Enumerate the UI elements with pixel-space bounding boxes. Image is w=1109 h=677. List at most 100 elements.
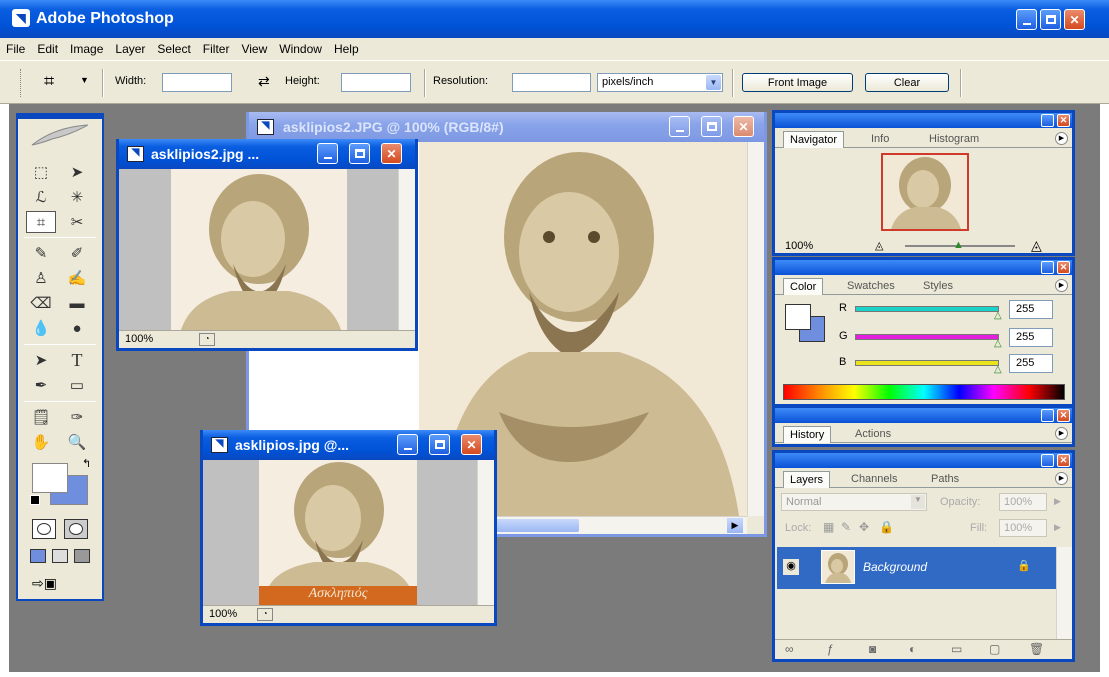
foreground-color-swatch[interactable] xyxy=(785,304,811,330)
menu-filter[interactable]: Filter xyxy=(203,42,230,56)
minimize-button[interactable] xyxy=(1016,9,1037,30)
eye-visibility-icon[interactable]: ◉ xyxy=(783,559,799,575)
jump-to-imageready-icon[interactable]: ⇨▣ xyxy=(32,575,84,595)
clone-stamp-icon[interactable]: ♙ xyxy=(26,267,56,289)
close-button[interactable]: ✕ xyxy=(733,116,754,137)
move-tool-icon[interactable]: ➤ xyxy=(62,161,92,183)
zoom-tool-icon[interactable]: 🔍 xyxy=(62,431,92,453)
minimize-button[interactable] xyxy=(397,434,418,455)
opacity-arrow-icon[interactable]: ▶ xyxy=(1054,496,1061,507)
color-spectrum-bar[interactable] xyxy=(783,384,1065,400)
red-slider[interactable] xyxy=(855,306,999,312)
eraser-tool-icon[interactable]: ⌫ xyxy=(26,292,56,314)
maximize-button[interactable] xyxy=(701,116,722,137)
minimize-button[interactable] xyxy=(317,143,338,164)
marquee-tool-icon[interactable]: ⬚ xyxy=(26,161,56,183)
layer-mask-icon[interactable]: ◙ xyxy=(869,642,876,656)
tab-actions[interactable]: Actions xyxy=(849,426,897,443)
scroll-right-icon[interactable]: ▶ xyxy=(727,518,743,533)
slice-tool-icon[interactable]: ✂ xyxy=(62,211,92,233)
tool-preset-arrow-icon[interactable]: ▼ xyxy=(80,75,89,85)
menu-image[interactable]: Image xyxy=(70,42,103,56)
vertical-scrollbar[interactable] xyxy=(747,142,764,516)
palette-titlebar[interactable]: ✕ xyxy=(775,408,1072,423)
close-button[interactable]: ✕ xyxy=(1057,261,1070,274)
menu-help[interactable]: Help xyxy=(334,42,359,56)
palette-menu-icon[interactable]: ▶ xyxy=(1055,427,1068,440)
tab-paths[interactable]: Paths xyxy=(925,471,965,488)
crop-tool-icon[interactable]: ⌗ xyxy=(44,71,54,92)
layer-row-background[interactable]: ◉ Background 🔒 xyxy=(777,547,1056,589)
minimize-button[interactable] xyxy=(669,116,690,137)
eyedropper-tool-icon[interactable]: ✑ xyxy=(62,406,92,428)
palette-menu-icon[interactable]: ▶ xyxy=(1055,279,1068,292)
vertical-scrollbar[interactable] xyxy=(398,169,415,330)
close-button[interactable]: ✕ xyxy=(1057,409,1070,422)
swap-icon[interactable]: ⇄ xyxy=(258,73,270,90)
tab-histogram[interactable]: Histogram xyxy=(923,131,985,148)
opacity-field[interactable]: 100% xyxy=(999,493,1047,511)
lock-image-icon[interactable]: ✎ xyxy=(841,520,851,534)
tab-layers[interactable]: Layers xyxy=(783,471,831,488)
crop-tool-icon[interactable]: ⌗ xyxy=(26,211,56,233)
layer-style-icon[interactable]: ƒ xyxy=(827,642,834,656)
tab-color[interactable]: Color xyxy=(783,278,824,295)
blue-slider[interactable] xyxy=(855,360,999,366)
dodge-tool-icon[interactable]: ● xyxy=(62,317,92,339)
width-field[interactable] xyxy=(162,73,232,92)
link-layers-icon[interactable]: ∞ xyxy=(785,642,794,656)
brush-tool-icon[interactable]: ✐ xyxy=(62,242,92,264)
navigator-zoom-value[interactable]: 100% xyxy=(785,240,813,252)
tab-swatches[interactable]: Swatches xyxy=(841,278,901,295)
green-value[interactable]: 255 xyxy=(1009,328,1053,347)
resolution-field[interactable] xyxy=(512,73,591,92)
path-select-icon[interactable]: ➤ xyxy=(26,349,56,371)
minimize-button[interactable] xyxy=(1041,261,1054,274)
default-colors-icon[interactable] xyxy=(30,495,40,505)
shape-tool-icon[interactable]: ▭ xyxy=(62,374,92,396)
maximize-button[interactable] xyxy=(1040,9,1061,30)
status-menu-icon[interactable]: ◔ xyxy=(257,608,273,621)
document-titlebar[interactable]: ◥ asklipios.jpg @... ✕ xyxy=(203,430,494,460)
minimize-button[interactable] xyxy=(1041,409,1054,422)
zoom-slider-handle[interactable]: ▲ xyxy=(953,239,964,251)
adjustment-layer-icon[interactable]: ◐ xyxy=(909,642,916,656)
zoom-out-icon[interactable]: ◬ xyxy=(875,239,883,252)
options-grip[interactable] xyxy=(20,69,23,97)
tab-channels[interactable]: Channels xyxy=(845,471,903,488)
tab-info[interactable]: Info xyxy=(865,131,895,148)
vertical-scrollbar[interactable] xyxy=(477,460,494,605)
maximize-button[interactable] xyxy=(429,434,450,455)
document-titlebar[interactable]: ◥ asklipios2.jpg ... ✕ xyxy=(119,139,415,169)
tab-history[interactable]: History xyxy=(783,426,832,443)
zoom-in-icon[interactable]: ◬ xyxy=(1031,237,1042,254)
minimize-button[interactable] xyxy=(1041,454,1054,467)
resolution-units-select[interactable]: pixels/inch ▼ xyxy=(597,73,723,92)
screen-mode-standard-icon[interactable] xyxy=(30,549,46,563)
palette-titlebar[interactable]: ✕ xyxy=(775,113,1072,128)
clear-button[interactable]: Clear xyxy=(865,73,949,92)
green-slider[interactable] xyxy=(855,334,999,340)
front-image-button[interactable]: Front Image xyxy=(742,73,853,92)
magic-wand-tool-icon[interactable]: ✳ xyxy=(62,186,92,208)
screen-mode-full-icon[interactable] xyxy=(74,549,90,563)
minimize-button[interactable] xyxy=(1041,114,1054,127)
palette-menu-icon[interactable]: ▶ xyxy=(1055,132,1068,145)
pen-tool-icon[interactable]: ✒ xyxy=(26,374,56,396)
menu-window[interactable]: Window xyxy=(279,42,322,56)
menu-file[interactable]: File xyxy=(6,42,25,56)
lock-transparency-icon[interactable]: ▦ xyxy=(823,520,834,534)
palette-titlebar[interactable]: ✕ xyxy=(775,453,1072,468)
menu-select[interactable]: Select xyxy=(157,42,190,56)
app-titlebar[interactable]: ◥ Adobe Photoshop ✕ xyxy=(0,0,1109,38)
new-layer-icon[interactable]: ▢ xyxy=(989,642,1000,656)
palette-titlebar[interactable]: ✕ xyxy=(775,260,1072,275)
swap-colors-icon[interactable]: ↰ xyxy=(82,457,91,470)
feather-logo-icon[interactable] xyxy=(30,123,90,149)
close-button[interactable]: ✕ xyxy=(1057,114,1070,127)
tab-navigator[interactable]: Navigator xyxy=(783,131,845,148)
close-button[interactable]: ✕ xyxy=(1057,454,1070,467)
canvas-small-2[interactable]: Ασκληπιός xyxy=(203,460,477,605)
blend-mode-select[interactable]: Normal ▼ xyxy=(781,493,927,511)
history-brush-icon[interactable]: ✍ xyxy=(62,267,92,289)
